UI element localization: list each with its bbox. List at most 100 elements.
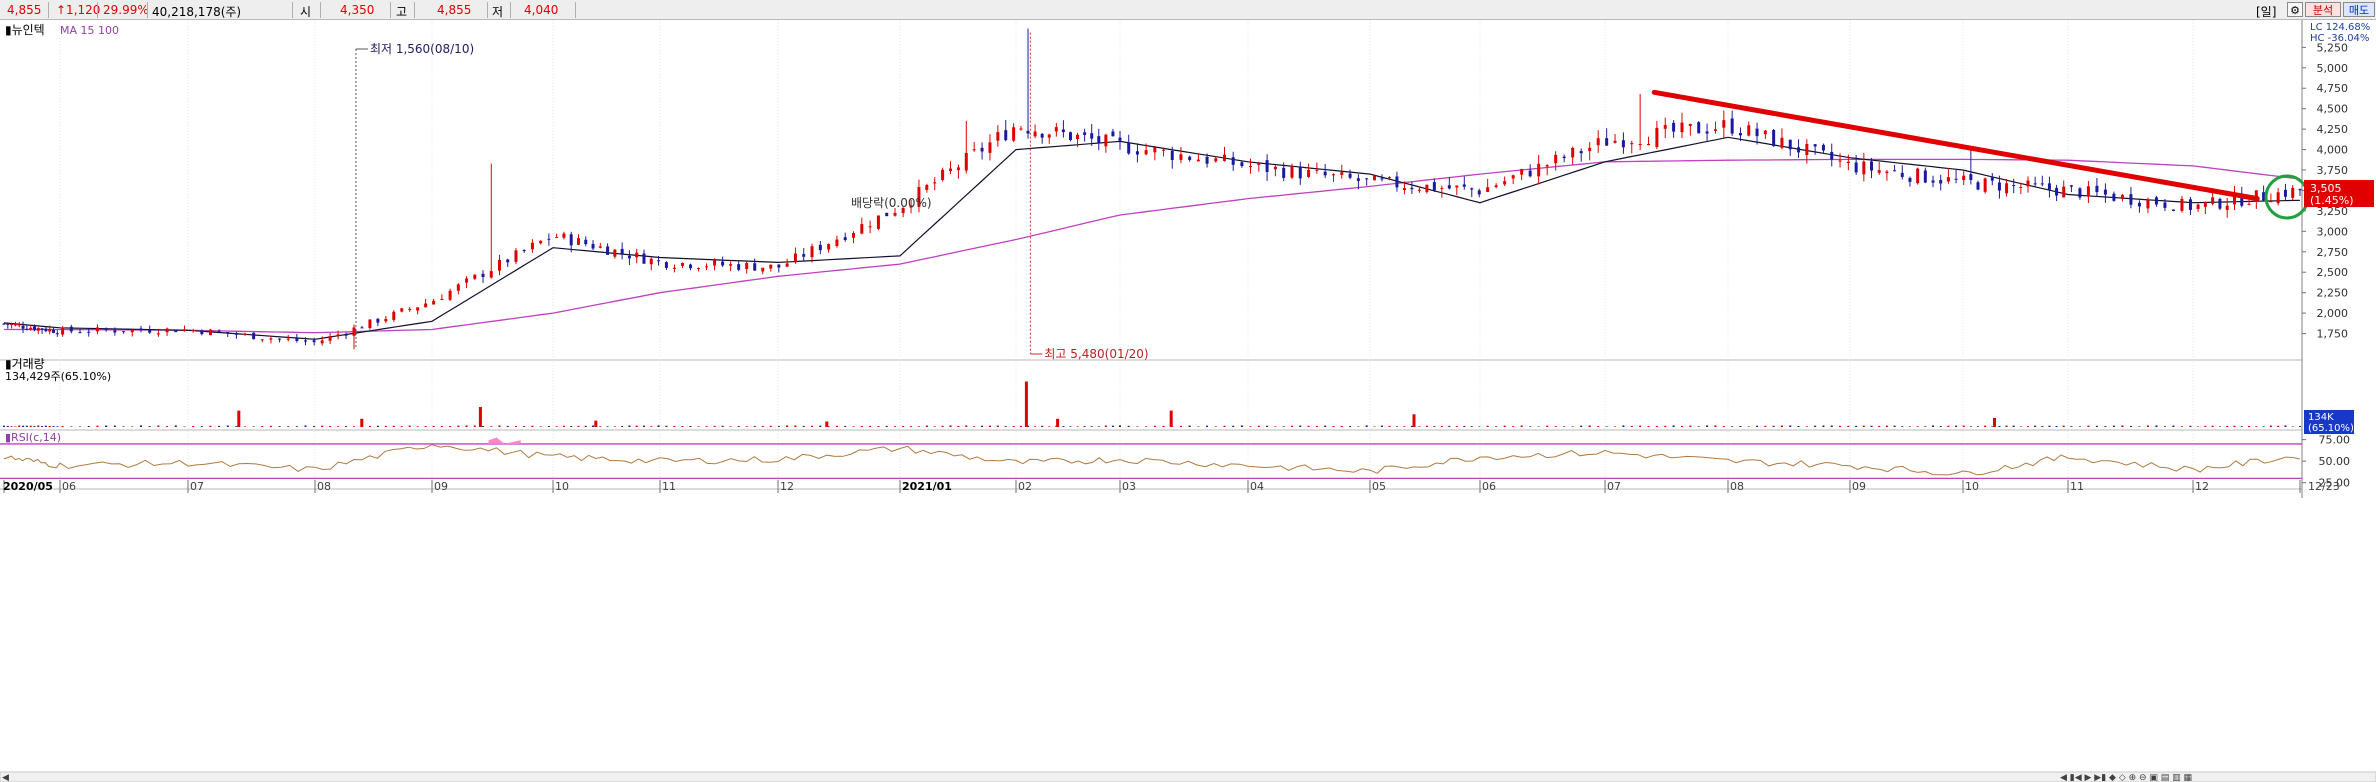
candle-body (2040, 183, 2044, 185)
volume-panel-info: 134,429주(65.10%) (5, 370, 111, 383)
candle-body (312, 340, 316, 343)
x-tick-label: 2021/01 (902, 480, 952, 493)
candle-body (1083, 132, 1087, 135)
stock-chart[interactable]: 최저 1,560(08/10) 최고 5,480(01/20) 배당락(0.00%)… (0, 20, 2376, 782)
volume-bar (599, 426, 602, 427)
volume-bar (22, 425, 25, 427)
candle-body (1962, 175, 1966, 181)
volume-bar (131, 426, 134, 427)
volume-bar (2163, 426, 2166, 427)
volume-bar (269, 425, 272, 427)
volume-bar (1706, 425, 1709, 427)
volume-bar (1847, 425, 1850, 427)
volume-bar (713, 425, 716, 427)
candle-body (1613, 140, 1617, 143)
volume-bar (2078, 426, 2081, 427)
candle-body (1372, 175, 1376, 181)
candle-body (635, 252, 639, 258)
divider (97, 2, 98, 18)
volume-bar (157, 425, 160, 427)
y-tick-label: 2,000 (2317, 307, 2349, 320)
volume-bar (345, 426, 348, 427)
candle-body (489, 271, 493, 278)
volume-bar (697, 426, 700, 427)
volume-bar (2197, 426, 2200, 427)
volume-bar (1756, 425, 1759, 427)
volume-bar (1563, 426, 1566, 427)
x-tick-label: 12/23 (2308, 480, 2340, 493)
volume-bar (1136, 426, 1139, 427)
volume-bar (1197, 426, 1200, 427)
candle-body (1969, 174, 1973, 180)
candle-body (506, 259, 510, 263)
y-tick-label: 5,000 (2317, 62, 2349, 75)
volume-bar (113, 425, 116, 427)
volume-bar (650, 426, 653, 427)
analysis-button[interactable]: 분석 (2305, 2, 2341, 17)
candle-body (2120, 194, 2124, 200)
volume-bar (1290, 425, 1293, 427)
volume-bar (226, 425, 229, 427)
volume-bar (2027, 426, 2029, 427)
candle-body (1821, 144, 1825, 151)
candle-body (530, 242, 534, 250)
volume-bar (1969, 426, 1972, 427)
volume-bar (786, 425, 789, 427)
rsi-panel-title: ▮RSI(c,14) (5, 431, 61, 444)
volume-bar (1324, 425, 1327, 427)
candle-body (2137, 202, 2141, 207)
volume-bar (449, 426, 452, 427)
volume-bar (79, 426, 82, 427)
candle-body (36, 327, 40, 331)
candle-body (113, 330, 117, 333)
volume-spike (478, 407, 482, 427)
x-tick-label: 10 (1965, 480, 1979, 493)
volume-bar (613, 426, 616, 427)
candle-body (1282, 167, 1286, 178)
volume-bar (2055, 426, 2058, 427)
candle-body (1562, 156, 1566, 159)
candle-body (606, 246, 610, 255)
x-tick-label: 09 (1852, 480, 1866, 493)
volume-bar (1440, 425, 1443, 427)
sell-button[interactable]: 매도 (2343, 2, 2375, 17)
volume-bar (1486, 425, 1489, 427)
volume-bar (1111, 425, 1114, 427)
candle-body (1854, 162, 1858, 173)
volume-bar (2269, 425, 2272, 427)
x-tick-label: 11 (662, 480, 676, 493)
volume-bar (1731, 426, 1734, 427)
candle-body (1447, 185, 1451, 189)
candle-body (876, 215, 880, 229)
volume-bar (2284, 425, 2287, 427)
x-tick-label: 06 (1482, 480, 1496, 493)
candle-body (392, 311, 396, 320)
volume-bar (949, 425, 952, 427)
volume-bar (313, 426, 316, 427)
candle-body (1068, 132, 1072, 141)
volume-bar (523, 426, 526, 427)
volume-bar (761, 426, 764, 427)
volume-bar (166, 426, 169, 427)
volume-bar (48, 425, 51, 427)
settings-gear-icon[interactable]: ⚙ (2287, 2, 2303, 17)
candle-body (303, 340, 307, 342)
candle-body (1838, 160, 1842, 162)
candle-body (1470, 188, 1474, 190)
volume-bar (1307, 425, 1310, 427)
volume-bar (1127, 425, 1130, 427)
candle-body (1214, 158, 1218, 162)
volume-bar (2211, 425, 2214, 427)
candle-body (1554, 154, 1558, 164)
volume-bar (1041, 425, 1044, 427)
period-button[interactable]: [일] (2256, 3, 2276, 20)
x-tick-label: 07 (1607, 480, 1621, 493)
candle-body (29, 327, 33, 330)
volume-bar (621, 425, 624, 427)
volume-spike (825, 421, 829, 427)
divider (390, 2, 391, 18)
volume-bar (681, 426, 684, 427)
volume-bar (41, 426, 44, 427)
scroll-controls-icon: ◀ ▮◀ ▶ ▶▮ ◆ ◇ ⊕ ⊖ ▣ ▤ ▥ ▦ (2060, 773, 2192, 782)
candle-body (295, 337, 299, 341)
